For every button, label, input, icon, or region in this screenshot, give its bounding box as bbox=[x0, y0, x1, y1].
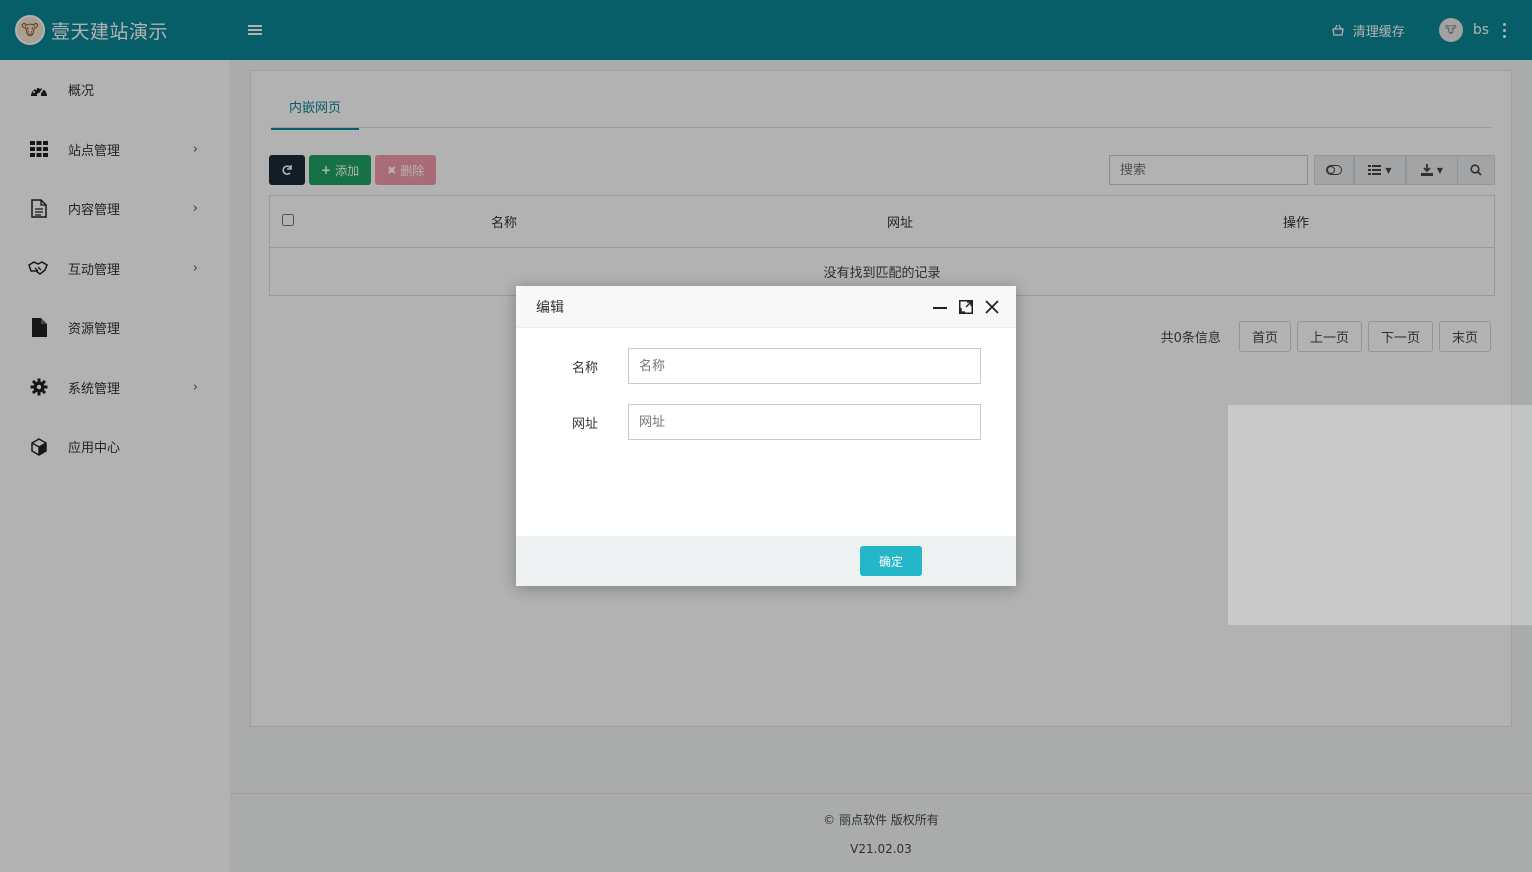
dialog-title: 编辑 bbox=[536, 299, 564, 316]
dialog-header: 编辑 bbox=[516, 286, 1016, 328]
minimize-icon[interactable] bbox=[932, 299, 948, 315]
url-label: 网址 bbox=[571, 416, 598, 432]
confirm-button[interactable]: 确定 bbox=[860, 546, 922, 576]
form-row-name: 名称 bbox=[516, 348, 1016, 384]
name-field[interactable] bbox=[628, 348, 981, 384]
url-field[interactable] bbox=[628, 404, 981, 440]
edit-dialog: 编辑 名称 网址 确定 bbox=[516, 286, 1016, 586]
maximize-icon[interactable] bbox=[958, 299, 974, 315]
close-icon[interactable] bbox=[984, 299, 1000, 315]
dialog-footer: 确定 bbox=[516, 536, 1016, 586]
name-label: 名称 bbox=[571, 360, 598, 376]
form-row-url: 网址 bbox=[516, 404, 1016, 440]
ghost-panel bbox=[1228, 405, 1532, 625]
